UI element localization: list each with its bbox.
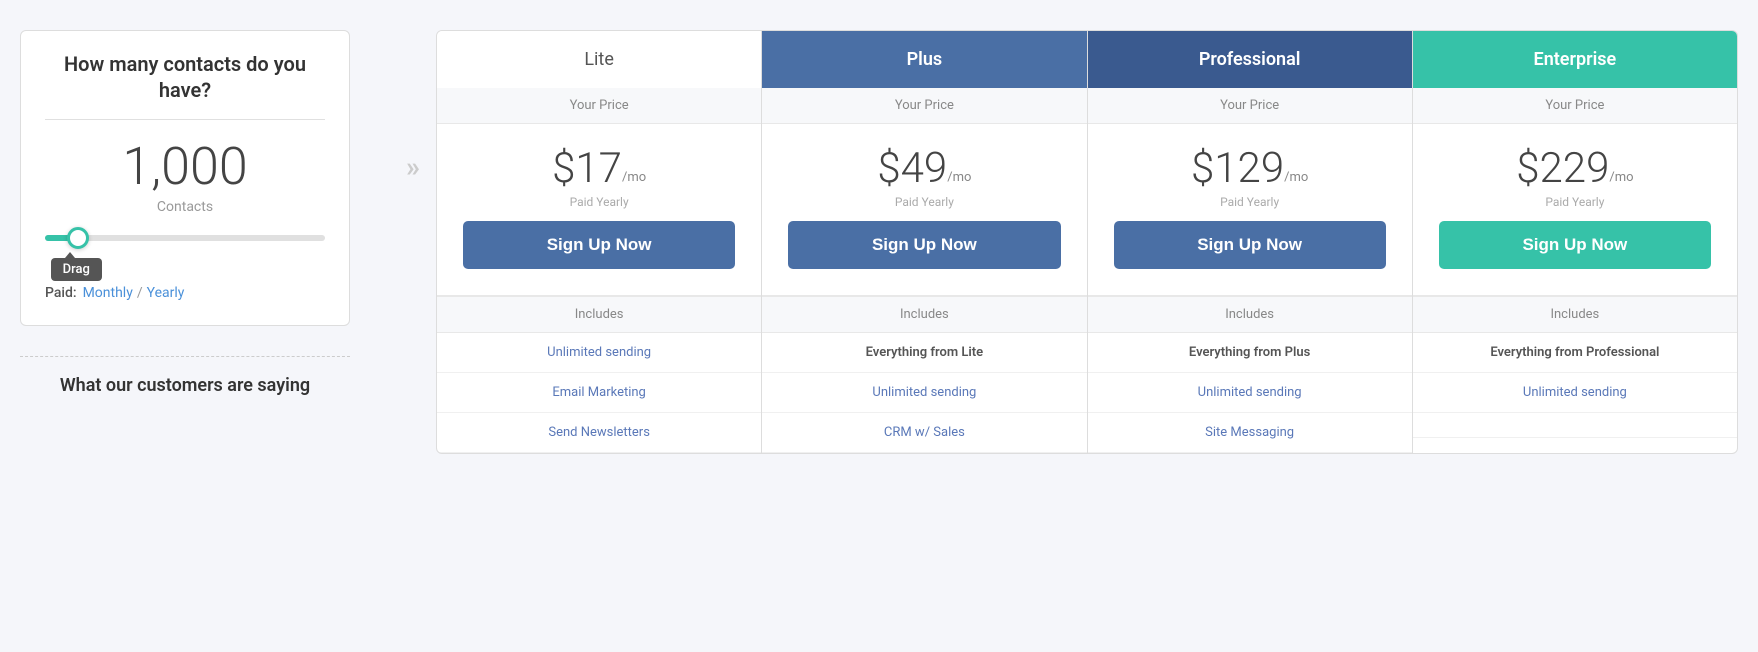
feature-list-3: Everything from ProfessionalUnlimited se… [1413, 333, 1737, 453]
plan-col-lite: Lite Your Price $17/mo Paid Yearly Sign … [437, 31, 762, 453]
drag-tooltip: Drag [51, 258, 102, 281]
feature-list-1: Everything from LiteUnlimited sendingCRM… [762, 333, 1086, 453]
dashed-divider [20, 356, 350, 357]
price-value-2: $129 [1191, 144, 1284, 193]
signup-button-plus[interactable]: Sign Up Now [788, 221, 1060, 269]
feature-item-2-2: Site Messaging [1088, 413, 1412, 453]
feature-item-2-0: Everything from Plus [1088, 333, 1412, 373]
yearly-link[interactable]: Yearly [147, 285, 185, 301]
feature-item-3-0: Everything from Professional [1413, 333, 1737, 373]
arrow-area: » [390, 150, 436, 183]
slider-container[interactable]: Drag [45, 235, 325, 241]
plan-header-enterprise: Enterprise [1413, 31, 1737, 88]
includes-row-3: Includes [1413, 296, 1737, 333]
includes-row-1: Includes [762, 296, 1086, 333]
feature-item-0-0: Unlimited sending [437, 333, 761, 373]
price-section-3: $229/mo Paid Yearly Sign Up Now [1413, 124, 1737, 296]
feature-item-3-2 [1413, 413, 1737, 438]
plan-header-lite: Lite [437, 31, 761, 88]
feature-item-0-1: Email Marketing [437, 373, 761, 413]
price-period-1: /mo [947, 170, 971, 185]
price-value-3: $229 [1516, 144, 1609, 193]
price-value-1: $49 [877, 144, 947, 193]
billing-separator: / [137, 285, 143, 301]
plan-col-enterprise: Enterprise Your Price $229/mo Paid Yearl… [1413, 31, 1737, 453]
double-arrow-icon: » [406, 150, 420, 183]
price-value-0: $17 [552, 144, 622, 193]
price-amount-2: $129/mo [1098, 144, 1402, 193]
feature-list-2: Everything from PlusUnlimited sendingSit… [1088, 333, 1412, 453]
signup-button-lite[interactable]: Sign Up Now [463, 221, 735, 269]
contacts-title: How many contacts do you have? [45, 51, 325, 103]
price-section-2: $129/mo Paid Yearly Sign Up Now [1088, 124, 1412, 296]
plan-col-plus: Plus Your Price $49/mo Paid Yearly Sign … [762, 31, 1087, 453]
pricing-table: Lite Your Price $17/mo Paid Yearly Sign … [436, 30, 1738, 454]
paid-yearly-1: Paid Yearly [772, 195, 1076, 209]
slider-track [45, 235, 325, 241]
signup-button-professional[interactable]: Sign Up Now [1114, 221, 1386, 269]
left-panel: How many contacts do you have? 1,000 Con… [20, 30, 350, 398]
price-section-1: $49/mo Paid Yearly Sign Up Now [762, 124, 1086, 296]
feature-item-1-2: CRM w/ Sales [762, 413, 1086, 453]
customers-heading: What our customers are saying [20, 373, 350, 398]
plan-col-professional: Professional Your Price $129/mo Paid Yea… [1088, 31, 1413, 453]
your-price-row-1: Your Price [762, 88, 1086, 124]
feature-item-1-1: Unlimited sending [762, 373, 1086, 413]
plan-header-professional: Professional [1088, 31, 1412, 88]
includes-row-2: Includes [1088, 296, 1412, 333]
signup-button-enterprise[interactable]: Sign Up Now [1439, 221, 1711, 269]
billing-label: Paid: [45, 285, 77, 301]
price-period-3: /mo [1609, 170, 1633, 185]
price-amount-1: $49/mo [772, 144, 1076, 193]
your-price-row-2: Your Price [1088, 88, 1412, 124]
price-period-2: /mo [1284, 170, 1308, 185]
feature-item-0-2: Send Newsletters [437, 413, 761, 453]
billing-toggle: Paid: Monthly / Yearly [45, 285, 325, 301]
plan-header-plus: Plus [762, 31, 1086, 88]
slider-thumb[interactable] [67, 227, 89, 249]
feature-item-2-1: Unlimited sending [1088, 373, 1412, 413]
price-section-0: $17/mo Paid Yearly Sign Up Now [437, 124, 761, 296]
price-amount-3: $229/mo [1423, 144, 1727, 193]
price-period-0: /mo [622, 170, 646, 185]
contacts-card: How many contacts do you have? 1,000 Con… [20, 30, 350, 326]
contacts-count: 1,000 [45, 136, 325, 197]
includes-row-0: Includes [437, 296, 761, 333]
paid-yearly-3: Paid Yearly [1423, 195, 1727, 209]
feature-item-1-0: Everything from Lite [762, 333, 1086, 373]
your-price-row-3: Your Price [1413, 88, 1737, 124]
feature-list-0: Unlimited sendingEmail MarketingSend New… [437, 333, 761, 453]
paid-yearly-2: Paid Yearly [1098, 195, 1402, 209]
monthly-link[interactable]: Monthly [83, 285, 133, 301]
paid-yearly-0: Paid Yearly [447, 195, 751, 209]
your-price-row-0: Your Price [437, 88, 761, 124]
price-amount-0: $17/mo [447, 144, 751, 193]
feature-item-3-1: Unlimited sending [1413, 373, 1737, 413]
contacts-label: Contacts [45, 199, 325, 215]
